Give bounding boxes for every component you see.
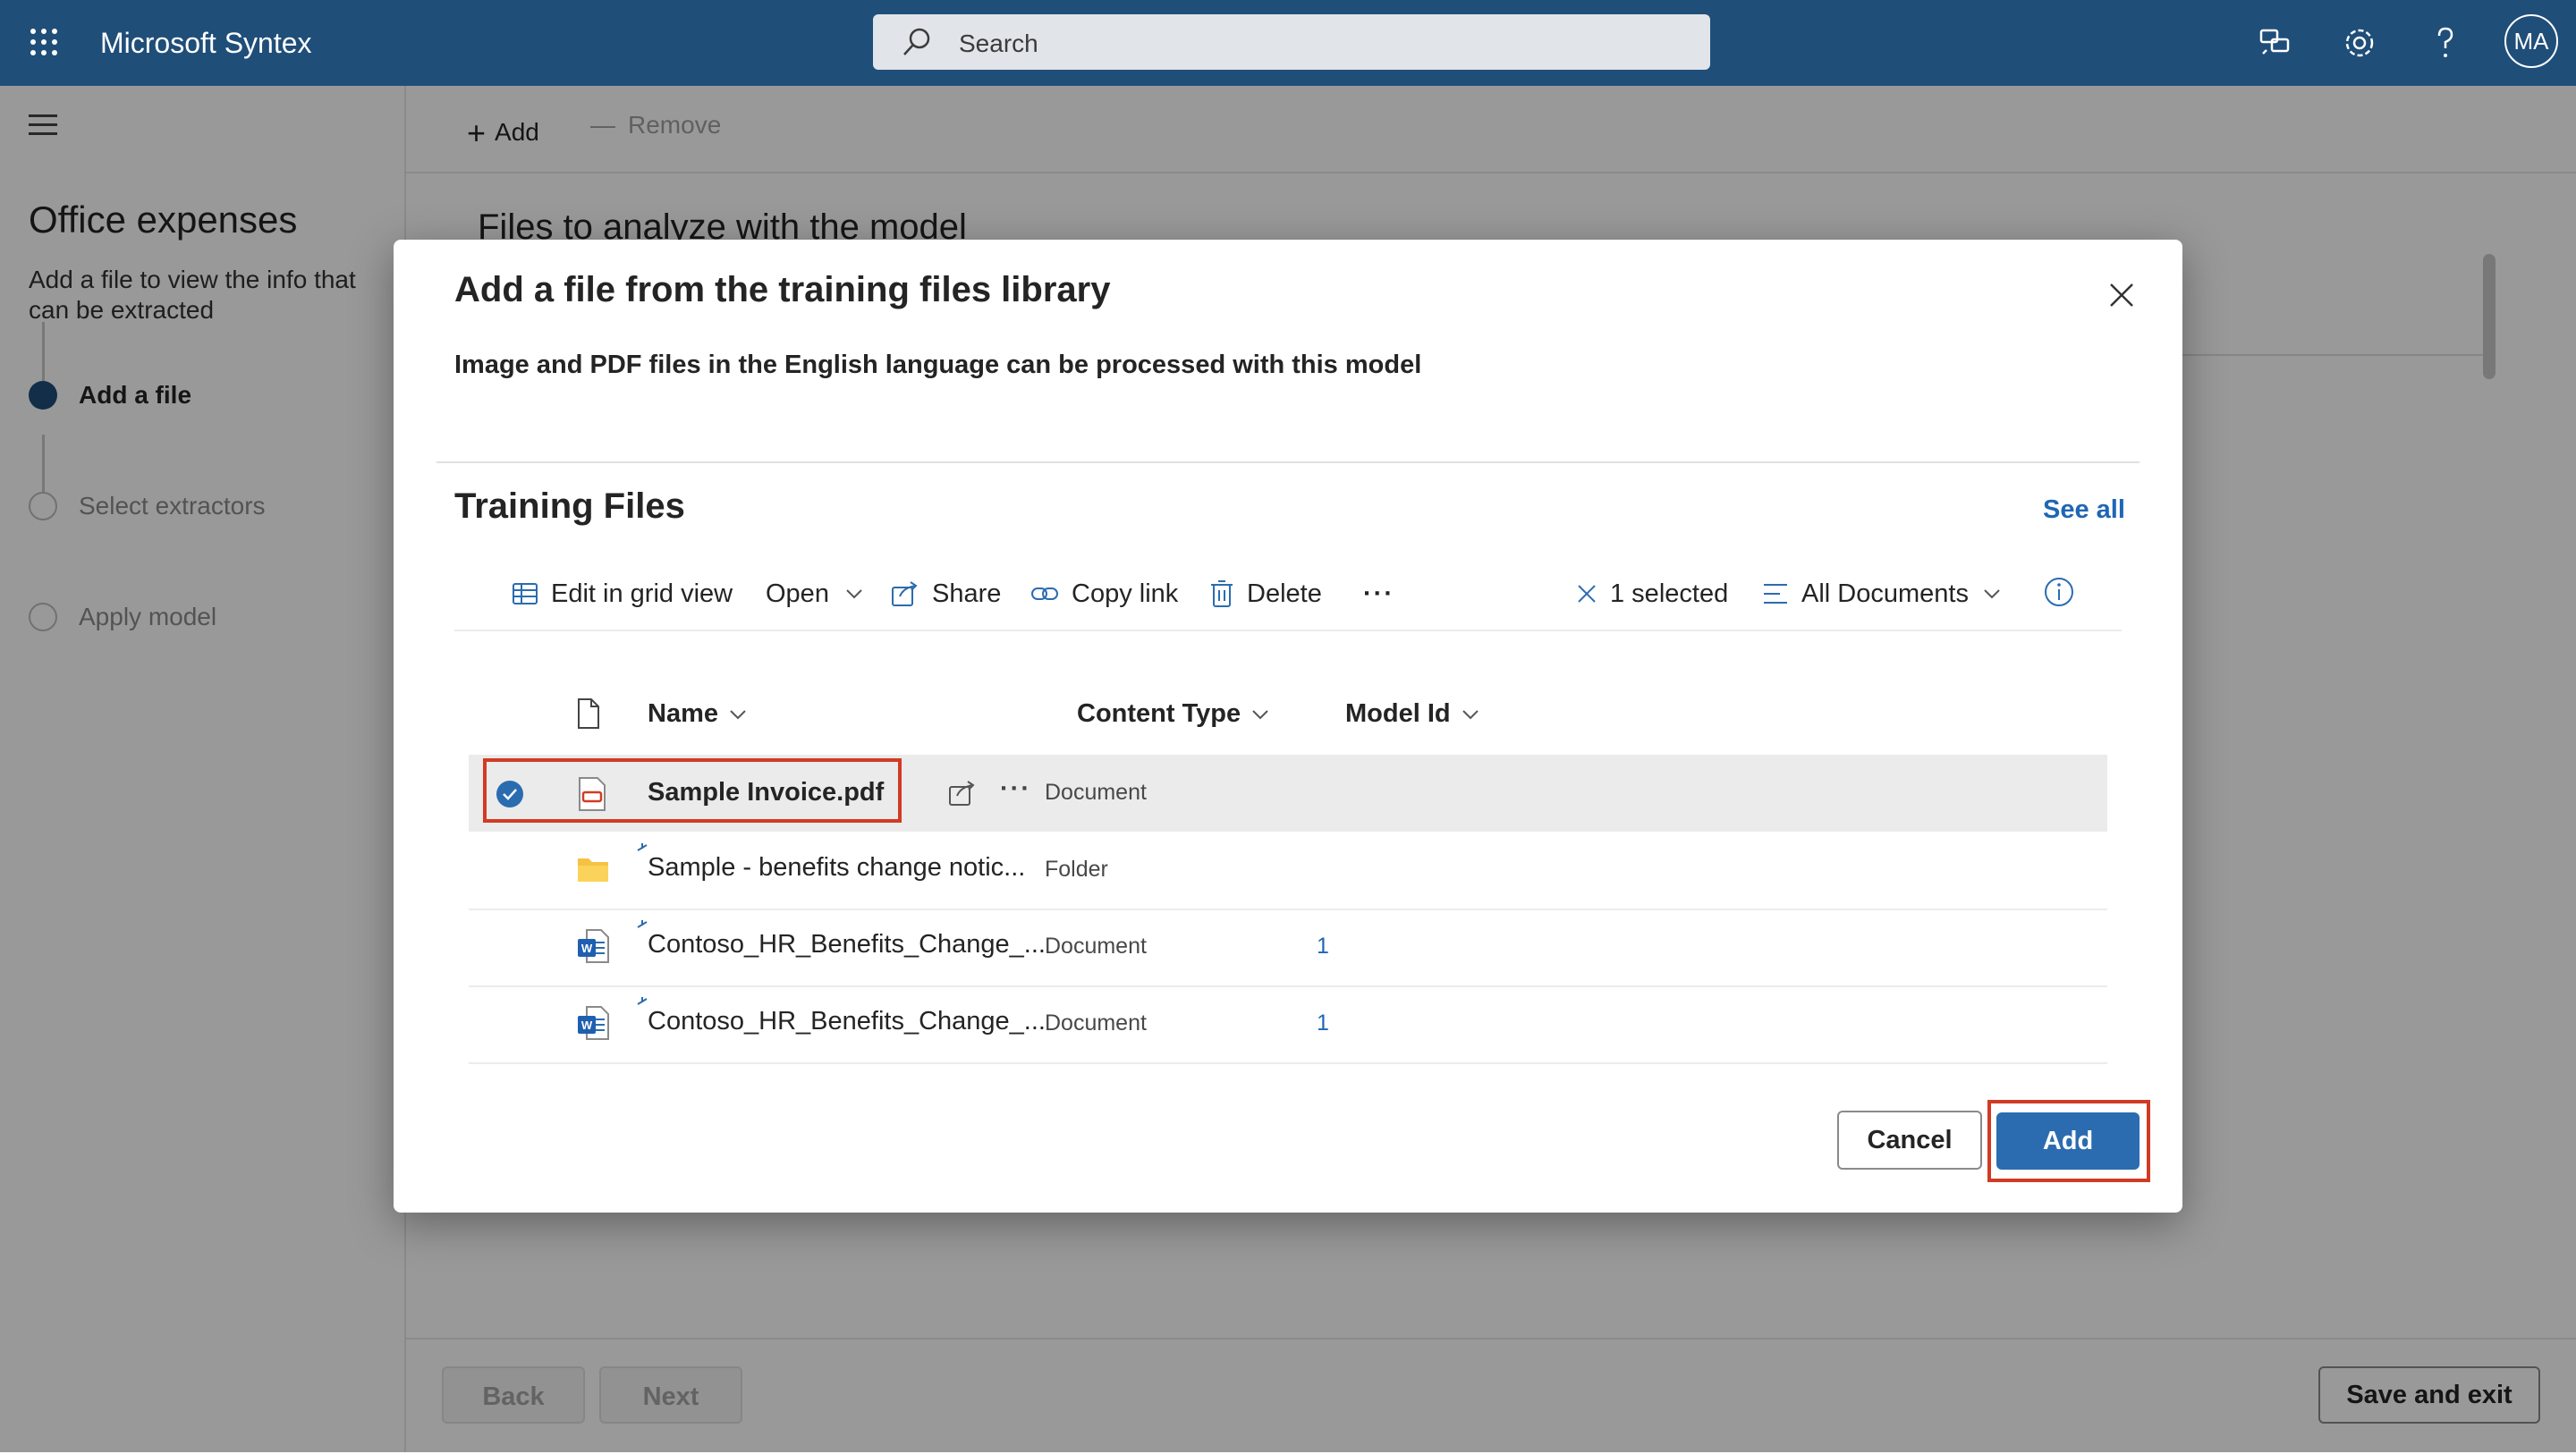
word-file-icon: W [578, 929, 609, 963]
content-type: Folder [1045, 857, 1108, 882]
divider [454, 630, 2122, 631]
chevron-down-icon [846, 589, 862, 599]
file-row[interactable]: W Contoso_HR_Benefits_Change_... Documen… [469, 985, 2107, 1064]
file-name[interactable]: Contoso_HR_Benefits_Change_... [648, 1007, 1046, 1036]
chevron-down-icon [1252, 709, 1268, 719]
column-header-name[interactable]: Name [648, 699, 747, 729]
share-label: Share [932, 579, 1002, 608]
clear-selection-button[interactable]: 1 selected [1576, 576, 1728, 612]
word-file-icon: W [578, 1006, 609, 1040]
folder-icon [578, 858, 608, 882]
delete-label: Delete [1247, 579, 1322, 608]
dialog-title: Add a file from the training files libra… [454, 270, 1111, 309]
settings-icon[interactable] [2338, 21, 2381, 64]
row-more-options-icon[interactable]: ··· [1000, 774, 1031, 804]
delete-button[interactable]: Delete [1209, 576, 1322, 612]
close-icon [1578, 585, 1596, 603]
file-row[interactable]: Sample - benefits change notic... Folder [469, 832, 2107, 910]
app-title[interactable]: Microsoft Syntex [100, 27, 312, 60]
link-icon [1031, 588, 1058, 600]
new-item-icon [637, 997, 648, 1005]
add-file-dialog: Add a file from the training files libra… [394, 240, 2182, 1213]
feedback-icon[interactable] [2254, 21, 2297, 64]
share-icon[interactable] [948, 780, 977, 807]
file-name[interactable]: Contoso_HR_Benefits_Change_... [648, 930, 1046, 959]
view-list-icon [1764, 584, 1787, 604]
content-type: Document [1045, 1010, 1147, 1036]
column-content-type-label: Content Type [1077, 699, 1241, 728]
search-box[interactable]: Search [873, 14, 1710, 70]
open-label: Open [766, 579, 829, 608]
search-placeholder: Search [959, 30, 1038, 57]
column-header-model-id[interactable]: Model Id [1345, 699, 1479, 729]
view-selector[interactable]: All Documents [1762, 576, 2013, 612]
column-header-content-type[interactable]: Content Type [1077, 699, 1269, 729]
app-launcher-icon[interactable] [30, 29, 57, 55]
file-type-icon [578, 698, 599, 729]
share-icon [892, 581, 918, 606]
close-icon[interactable] [2107, 281, 2136, 309]
copy-link-button[interactable]: Copy link [1030, 576, 1178, 612]
model-id: 1 [1317, 934, 1329, 959]
dialog-subtitle: Image and PDF files in the English langu… [454, 351, 1422, 379]
grid-icon [513, 583, 538, 604]
open-button[interactable]: Open [766, 576, 876, 612]
trash-icon [1211, 580, 1233, 607]
info-icon[interactable] [2043, 576, 2075, 608]
divider [436, 461, 2140, 463]
more-options-icon[interactable]: ··· [1363, 576, 1394, 612]
column-name-label: Name [648, 699, 718, 728]
file-row[interactable]: W Contoso_HR_Benefits_Change_... Documen… [469, 909, 2107, 987]
chevron-down-icon [1984, 589, 2000, 599]
column-model-id-label: Model Id [1345, 699, 1451, 728]
file-name[interactable]: Sample - benefits change notic... [648, 853, 1025, 883]
share-button[interactable]: Share [891, 576, 1001, 612]
content-type: Document [1045, 934, 1147, 959]
edit-grid-view-label: Edit in grid view [551, 579, 733, 608]
content-type: Document [1045, 780, 1147, 805]
top-bar: Microsoft Syntex Search MA [0, 0, 2576, 86]
edit-grid-view-button[interactable]: Edit in grid view [512, 576, 733, 612]
selected-count: 1 selected [1610, 579, 1729, 608]
chevron-down-icon [1462, 709, 1479, 719]
selected-file-highlight [483, 758, 902, 823]
new-item-icon [637, 843, 648, 851]
add-button-highlight [1987, 1100, 2150, 1182]
see-all-link[interactable]: See all [2043, 495, 2125, 525]
svg-text:W: W [581, 942, 593, 955]
view-label: All Documents [1801, 579, 1969, 608]
model-id: 1 [1317, 1010, 1329, 1036]
chevron-down-icon [730, 709, 746, 719]
copy-link-label: Copy link [1072, 579, 1179, 608]
svg-text:W: W [581, 1019, 593, 1032]
new-item-icon [637, 920, 648, 928]
help-icon[interactable] [2424, 21, 2467, 64]
search-icon [903, 28, 930, 55]
cancel-button[interactable]: Cancel [1837, 1111, 1982, 1170]
user-avatar[interactable]: MA [2504, 14, 2558, 68]
library-title: Training Files [454, 486, 685, 526]
